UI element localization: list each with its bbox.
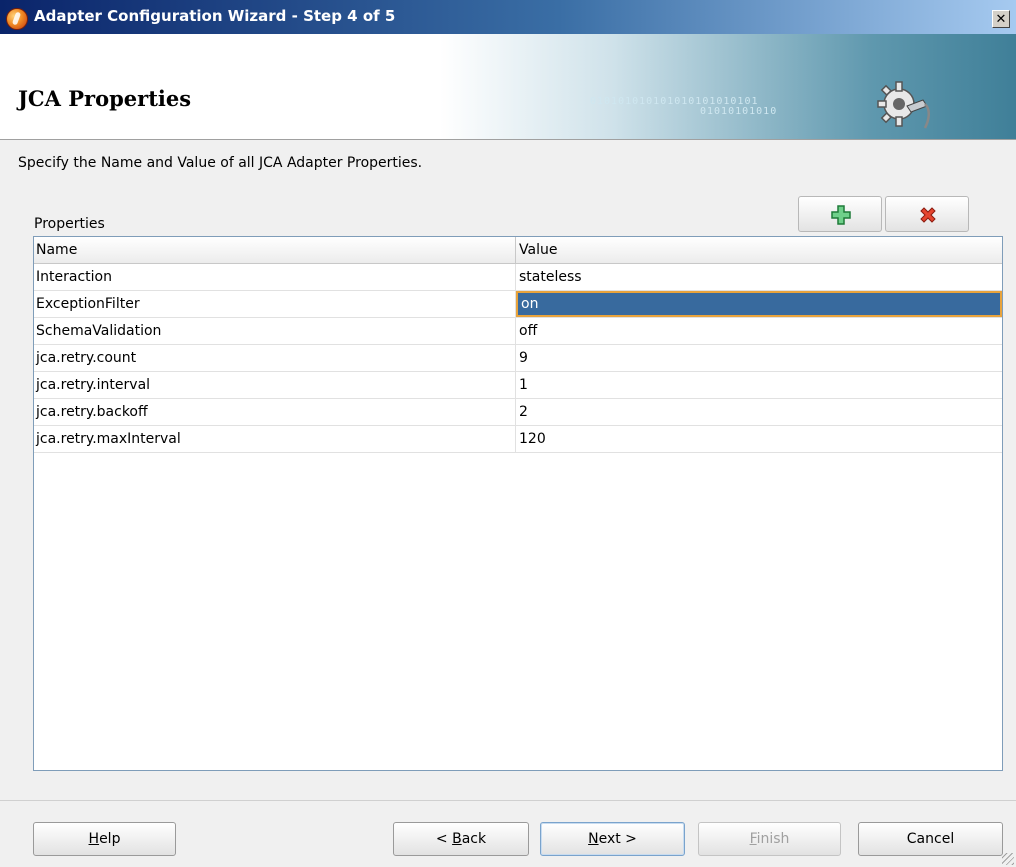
- table-header-row: Name Value: [34, 237, 1002, 264]
- back-mnemonic: B: [452, 831, 462, 847]
- page-title: JCA Properties: [18, 86, 192, 111]
- close-button[interactable]: ✕: [992, 10, 1010, 28]
- wizard-banner: 010101010101010101010101 01010101010 JCA…: [0, 34, 1016, 140]
- add-property-button[interactable]: [798, 196, 882, 232]
- back-button[interactable]: < Back: [393, 822, 529, 856]
- property-value-cell[interactable]: 1: [516, 372, 1002, 398]
- property-value-cell[interactable]: 2: [516, 399, 1002, 425]
- finish-mnemonic: F: [749, 831, 757, 847]
- cancel-button[interactable]: Cancel: [858, 822, 1003, 856]
- properties-table[interactable]: Name Value Interaction stateless Excepti…: [33, 236, 1003, 771]
- delete-icon: [920, 207, 936, 223]
- table-row[interactable]: jca.retry.count 9: [34, 345, 1002, 372]
- property-value-cell[interactable]: stateless: [516, 264, 1002, 290]
- resize-grip[interactable]: [1002, 853, 1014, 865]
- title-bar: Adapter Configuration Wizard - Step 4 of…: [0, 0, 1016, 34]
- property-value-cell[interactable]: 120: [516, 426, 1002, 452]
- back-prefix: <: [435, 831, 453, 847]
- property-value-cell[interactable]: off: [516, 318, 1002, 344]
- property-name-cell[interactable]: ExceptionFilter: [34, 291, 516, 317]
- add-icon: [831, 205, 851, 225]
- instruction-text: Specify the Name and Value of all JCA Ad…: [18, 155, 423, 171]
- property-name-cell[interactable]: jca.retry.interval: [34, 372, 516, 398]
- button-bar-divider: [0, 800, 1016, 801]
- property-name-cell[interactable]: jca.retry.maxInterval: [34, 426, 516, 452]
- window-title: Adapter Configuration Wizard - Step 4 of…: [34, 7, 396, 25]
- finish-label-rest: inish: [756, 831, 790, 847]
- gear-plug-icon: [877, 81, 930, 129]
- table-row[interactable]: jca.retry.maxInterval 120: [34, 426, 1002, 453]
- help-mnemonic: H: [88, 831, 100, 847]
- finish-button[interactable]: Finish: [698, 822, 841, 856]
- help-button[interactable]: Help: [33, 822, 176, 856]
- back-label-rest: ack: [461, 831, 487, 847]
- property-name-cell[interactable]: Interaction: [34, 264, 516, 290]
- help-label-rest: elp: [99, 831, 121, 847]
- property-name-cell[interactable]: jca.retry.backoff: [34, 399, 516, 425]
- delete-property-button[interactable]: [885, 196, 969, 232]
- table-row[interactable]: jca.retry.interval 1: [34, 372, 1002, 399]
- next-label-rest: ext >: [598, 831, 637, 847]
- table-row[interactable]: jca.retry.backoff 2: [34, 399, 1002, 426]
- property-name-cell[interactable]: jca.retry.count: [34, 345, 516, 371]
- properties-label: Properties: [34, 216, 105, 232]
- column-header-name[interactable]: Name: [34, 237, 516, 263]
- property-value-cell-selected[interactable]: on: [516, 291, 1002, 317]
- table-row[interactable]: SchemaValidation off: [34, 318, 1002, 345]
- next-button[interactable]: Next >: [540, 822, 685, 856]
- table-row[interactable]: ExceptionFilter on: [34, 291, 1002, 318]
- property-value-cell[interactable]: 9: [516, 345, 1002, 371]
- banner-binary-text-2: 01010101010: [700, 106, 778, 117]
- column-header-value[interactable]: Value: [516, 237, 1002, 263]
- oracle-adapter-icon: [6, 8, 28, 30]
- property-name-cell[interactable]: SchemaValidation: [34, 318, 516, 344]
- table-row[interactable]: Interaction stateless: [34, 264, 1002, 291]
- next-mnemonic: N: [588, 831, 599, 847]
